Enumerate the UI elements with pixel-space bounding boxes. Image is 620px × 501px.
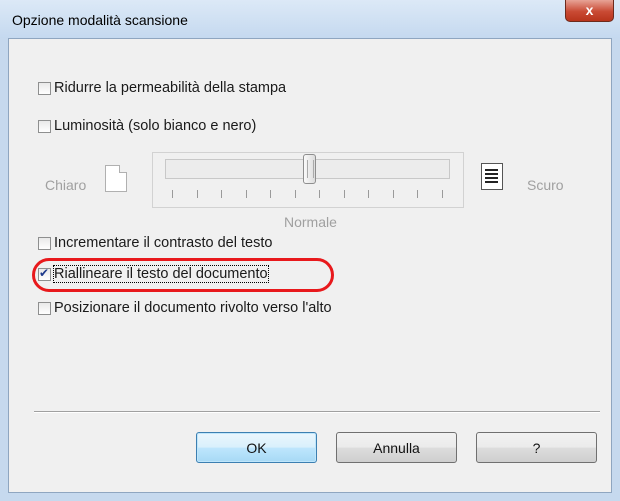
help-button[interactable]: ?	[476, 432, 597, 463]
title-bar: Opzione modalità scansione x	[0, 0, 620, 38]
document-dark-icon	[481, 163, 503, 190]
slider-tick	[294, 190, 296, 198]
close-button[interactable]: x	[565, 0, 614, 22]
slider-tick	[245, 190, 247, 198]
option-face-up[interactable]: Posizionare il documento rivolto verso l…	[38, 299, 332, 317]
brightness-slider-thumb[interactable]	[303, 154, 316, 184]
slider-tick	[270, 190, 272, 198]
slider-center-label: Normale	[284, 214, 337, 230]
slider-left-label: Chiaro	[45, 177, 87, 193]
checkbox[interactable]	[38, 236, 51, 250]
option-increase-contrast[interactable]: Incrementare il contrasto del testo	[38, 234, 272, 252]
separator	[34, 411, 600, 413]
checkbox[interactable]	[38, 119, 51, 133]
slider-tick	[172, 190, 173, 198]
slider-right-label: Scuro	[527, 177, 564, 193]
checkbox[interactable]	[38, 81, 51, 95]
slider-tick	[392, 190, 394, 198]
option-reduce-bleed-through[interactable]: Ridurre la permeabilità della stampa	[38, 79, 286, 97]
option-label: Posizionare il documento rivolto verso l…	[54, 300, 332, 316]
close-icon: x	[585, 2, 594, 18]
slider-tick	[221, 190, 223, 198]
ok-button[interactable]: OK	[196, 432, 317, 463]
dialog-title: Opzione modalità scansione	[12, 12, 188, 28]
option-label: Luminosità (solo bianco e nero)	[54, 118, 257, 134]
slider-tick	[196, 190, 198, 198]
slider-tick	[417, 190, 419, 198]
option-brightness[interactable]: Luminosità (solo bianco e nero)	[38, 117, 256, 135]
dialog-window: Opzione modalità scansione x Ridurre la …	[0, 0, 620, 501]
document-light-icon	[105, 165, 127, 192]
slider-tick	[442, 190, 443, 198]
option-label: Incrementare il contrasto del testo	[54, 235, 273, 251]
cancel-button[interactable]: Annulla	[336, 432, 457, 463]
slider-tick	[368, 190, 370, 198]
highlight-annotation	[32, 258, 334, 292]
slider-tick	[343, 190, 345, 198]
slider-tick	[319, 190, 321, 198]
option-label: Ridurre la permeabilità della stampa	[54, 80, 287, 96]
checkbox[interactable]	[38, 301, 51, 315]
